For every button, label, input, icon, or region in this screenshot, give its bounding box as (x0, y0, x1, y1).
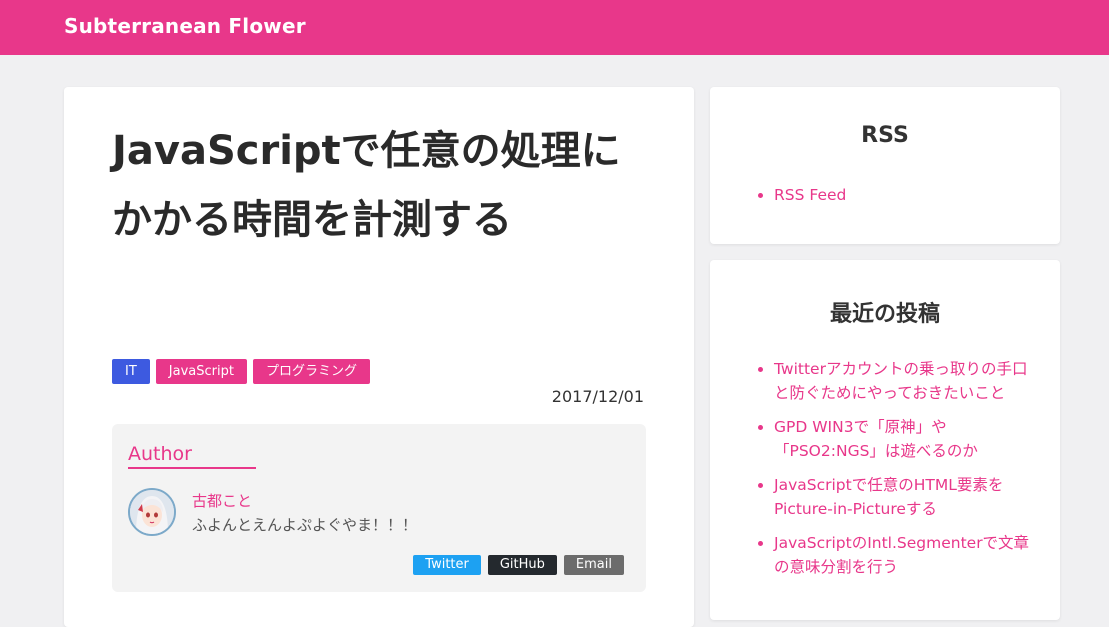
rss-list: RSS Feed (758, 183, 1034, 207)
recent-post-link[interactable]: JavaScriptで任意のHTML要素をPicture-in-Pictureす… (774, 476, 1003, 518)
site-title-link[interactable]: Subterranean Flower (64, 14, 306, 38)
top-bar: Subterranean Flower (0, 0, 1109, 55)
avatar-illustration-icon (130, 490, 174, 534)
author-box: Author 古都こと ふよんとえんよぷよぐやま！！！ Twitter GitH… (112, 424, 646, 592)
rss-widget: RSS RSS Feed (710, 87, 1060, 244)
author-name-link[interactable]: 古都こと (192, 490, 252, 511)
tag-list: IT JavaScript プログラミング (112, 359, 370, 384)
list-item: RSS Feed (758, 183, 1034, 207)
avatar (128, 488, 176, 536)
rss-feed-link[interactable]: RSS Feed (774, 186, 846, 204)
email-button[interactable]: Email (563, 555, 624, 575)
list-item: JavaScriptのIntl.Segmenterで文章の意味分割を行う (758, 531, 1034, 579)
post-title: JavaScriptで任意の処理にかかる時間を計測する (112, 128, 621, 243)
recent-posts-heading: 最近の投稿 (829, 302, 940, 327)
twitter-button[interactable]: Twitter (413, 555, 481, 575)
tag-programming[interactable]: プログラミング (252, 359, 370, 384)
list-item: JavaScriptで任意のHTML要素をPicture-in-Pictureす… (758, 473, 1034, 521)
author-heading: Author (128, 443, 256, 469)
github-button[interactable]: GitHub (487, 555, 557, 575)
recent-posts-list: Twitterアカウントの乗っ取りの手口と防ぐためにやっておきたいこと GPD … (758, 357, 1034, 589)
list-item: GPD WIN3で「原神」や「PSO2:NGS」は遊べるのか (758, 415, 1034, 463)
article-card: JavaScriptで任意の処理にかかる時間を計測する IT JavaScrip… (64, 87, 694, 627)
tag-javascript[interactable]: JavaScript (155, 359, 247, 384)
recent-posts-widget: 最近の投稿 Twitterアカウントの乗っ取りの手口と防ぐためにやっておきたいこ… (710, 260, 1060, 620)
recent-post-link[interactable]: GPD WIN3で「原神」や「PSO2:NGS」は遊べるのか (774, 418, 978, 460)
list-item: Twitterアカウントの乗っ取りの手口と防ぐためにやっておきたいこと (758, 357, 1034, 405)
tag-it[interactable]: IT (112, 359, 150, 384)
rss-heading: RSS (861, 123, 909, 148)
author-social-links: Twitter GitHub Email (413, 555, 624, 575)
author-bio: ふよんとえんよぷよぐやま！！！ (192, 516, 418, 534)
recent-post-link[interactable]: Twitterアカウントの乗っ取りの手口と防ぐためにやっておきたいこと (774, 360, 1027, 402)
post-date: 2017/12/01 (551, 387, 644, 406)
recent-post-link[interactable]: JavaScriptのIntl.Segmenterで文章の意味分割を行う (774, 534, 1029, 576)
